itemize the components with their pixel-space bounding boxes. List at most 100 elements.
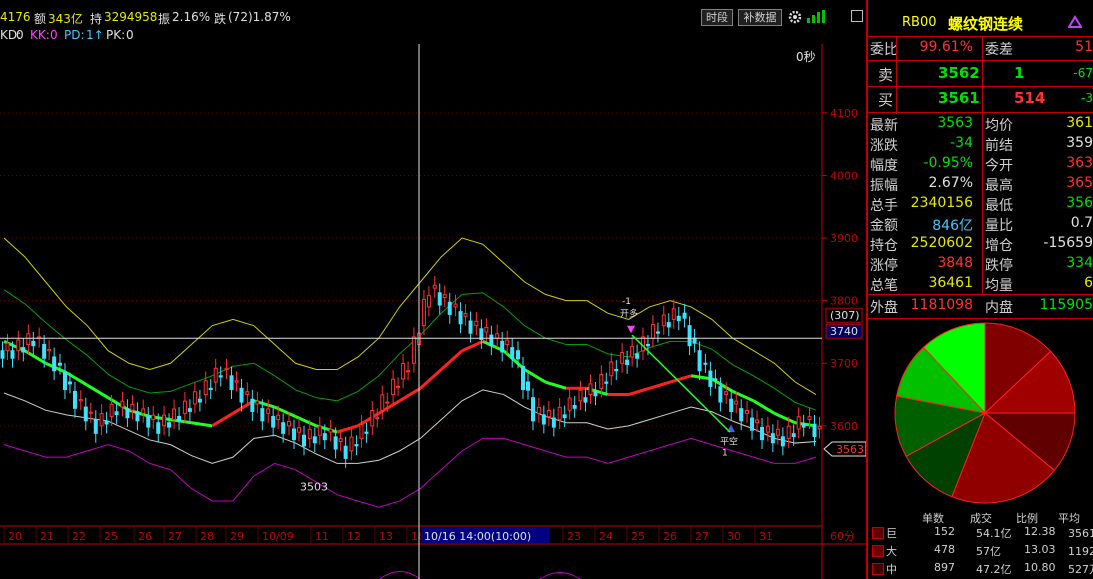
time-tick-label: 20 — [8, 530, 22, 543]
stats-cell: 12.38 — [1024, 525, 1056, 538]
timeshare-button[interactable]: 时段 — [701, 9, 733, 26]
wb-row: 委比 99.61% 委差 51 — [870, 39, 1093, 58]
quote-label: 跌停 — [985, 258, 1013, 274]
buy-volume: 514 — [1014, 89, 1046, 107]
candle-body — [62, 372, 67, 391]
candle-body — [52, 356, 57, 372]
stats-cell: 152 — [934, 525, 955, 538]
last-price: 3563 — [836, 443, 864, 456]
candle-body — [676, 315, 681, 322]
candle-body — [99, 413, 104, 427]
settings-icon[interactable] — [1067, 15, 1083, 29]
time-tick-label: 12 — [347, 530, 361, 543]
quote-label: 振幅 — [870, 178, 898, 194]
indicator-kk-value: 0 — [50, 28, 58, 42]
candle-body — [93, 419, 98, 434]
quote-value: -34 — [950, 135, 973, 151]
candle-body — [130, 403, 135, 411]
price-tick-label: 3600 — [830, 420, 858, 433]
inner-value: 115905 — [1039, 297, 1093, 313]
candle-body — [31, 340, 36, 347]
candle-body — [614, 369, 619, 372]
candle-body — [42, 343, 47, 359]
candle-body — [432, 284, 437, 289]
quote-value: 6 — [1084, 275, 1093, 291]
tick-data-button[interactable]: 补数据 — [738, 9, 782, 26]
status-bar: 4176 额 343亿 持 3294958 振 2.16% 跌 (72)1.87… — [0, 0, 866, 64]
candle-body — [338, 438, 343, 442]
quote-value: 356 — [1066, 195, 1093, 211]
buy-change: -3 — [1081, 91, 1093, 105]
candle-body — [125, 408, 130, 419]
candle-body — [578, 389, 583, 402]
candle-body — [713, 378, 718, 381]
quote-row: 持仓 2520602 增仓 -15659 — [868, 235, 1093, 255]
candle-body — [296, 427, 301, 433]
maximize-icon[interactable] — [851, 10, 863, 22]
candle-body — [687, 325, 692, 347]
candle-body — [385, 401, 390, 404]
candle-body — [609, 361, 614, 377]
quote-value: 334 — [1066, 255, 1093, 271]
candle-body — [775, 428, 780, 436]
time-tick-label: 27 — [168, 530, 182, 543]
price-tick-label: 4100 — [830, 107, 858, 120]
kline-chart[interactable]: 3600 3700 3800 3900 4000 4100 20 21 22 25 26 27 28 2… — [0, 44, 866, 579]
candle-body — [650, 323, 655, 339]
candle-body — [812, 423, 817, 437]
candle-body — [546, 410, 551, 417]
period-label: 60分 — [830, 530, 855, 543]
quote-label: 今开 — [985, 158, 1013, 174]
candle-body — [588, 383, 593, 396]
time-tick-label: 10/09 — [262, 530, 294, 543]
chart-overlay: (307) 3740 3563 3503 开多-1 平空1 — [0, 44, 866, 579]
candle-body — [78, 399, 83, 402]
quote-value: 846亿 — [932, 218, 973, 234]
quote-label: 总笔 — [870, 278, 898, 294]
candle-body — [426, 295, 431, 308]
stats-header: 比例 — [1016, 512, 1038, 525]
middle-band-segment — [649, 380, 671, 390]
signal-icon[interactable] — [806, 9, 826, 23]
candle-body — [364, 431, 369, 434]
candle-body — [500, 340, 505, 353]
candle-body — [739, 408, 744, 422]
quote-row: 总手 2340156 最低 356 — [868, 195, 1093, 215]
candle-body — [192, 391, 197, 405]
candle-body — [182, 400, 187, 414]
order-flow-pie — [894, 322, 1076, 504]
price-tick-label: 3800 — [830, 295, 858, 308]
candle-body — [567, 397, 572, 411]
candle-body — [72, 390, 77, 409]
candle-body — [791, 433, 796, 437]
quote-value: 3563 — [937, 115, 973, 131]
time-tick-label: 27 — [695, 530, 709, 543]
quote-value: 365 — [1066, 175, 1093, 191]
candle-body — [162, 414, 167, 427]
candle-body — [239, 387, 244, 403]
quote-row: 金额 846亿 量比 0.7 — [868, 215, 1093, 235]
candle-body — [604, 381, 609, 384]
candle-body — [396, 385, 401, 388]
gear-icon[interactable] — [788, 9, 802, 24]
time-tick-label: 25 — [104, 530, 118, 543]
candle-body — [655, 331, 660, 334]
candle-body — [671, 308, 676, 320]
candle-body — [203, 380, 208, 396]
buy-row: 买 3561 514 -3 — [878, 89, 1093, 109]
candle-body — [437, 292, 442, 306]
contract-code: RB00 — [902, 15, 937, 30]
quote-label: 最低 — [985, 198, 1013, 214]
candle-body — [370, 410, 375, 427]
candle-body — [620, 352, 625, 364]
indicator-kd-value: 0 — [16, 28, 24, 42]
quote-label: 均量 — [985, 278, 1013, 294]
candle-body — [266, 408, 271, 414]
candle-body — [83, 406, 88, 422]
candle-body — [734, 400, 739, 405]
stats-swatch — [872, 527, 884, 539]
quote-value: -15659 — [1043, 235, 1093, 251]
quote-label: 幅度 — [870, 158, 898, 174]
wb-value: 99.61% — [919, 39, 973, 55]
candle-body — [505, 339, 510, 345]
